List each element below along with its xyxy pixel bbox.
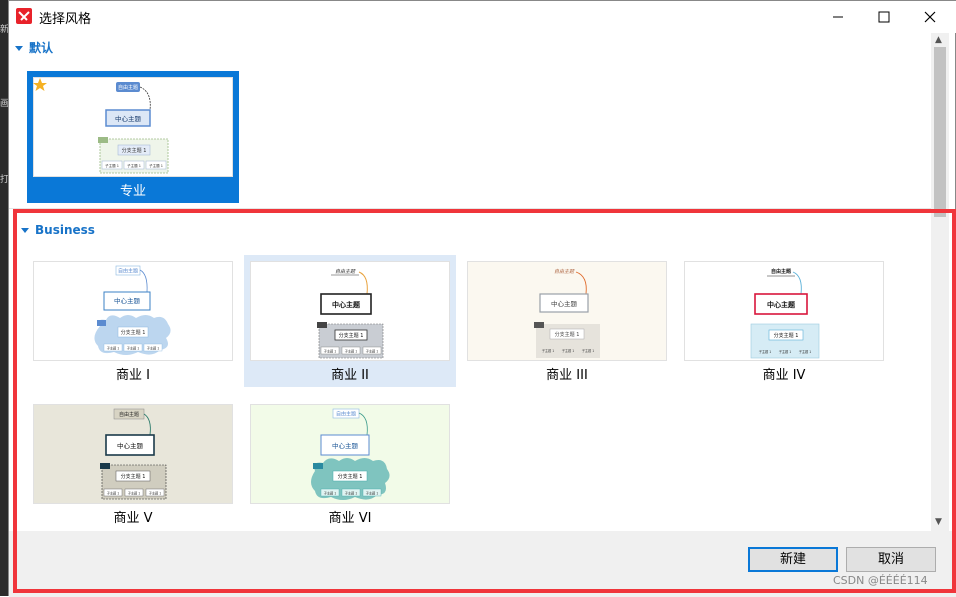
thumbnail-business-1: 自由主题 中心主题 分支主题 1 子主题 1 子主题 1 子主题 1 [33, 261, 233, 361]
scroll-up-icon[interactable]: ▲ [935, 35, 942, 45]
section-title: Business [35, 223, 95, 237]
thumbnail-business-5: 自由主题 中心主题 分支主题 1 子主题 1 子主题 1 子主题 1 [33, 404, 233, 504]
svg-text:分支主题 1: 分支主题 1 [122, 147, 147, 154]
svg-text:中心主题: 中心主题 [114, 296, 141, 305]
svg-text:自由主题: 自由主题 [119, 411, 139, 418]
thumbnail-business-6: 自由主题 中心主题 分支主题 1 子主题 1 子主题 1 子主题 1 [250, 404, 450, 504]
svg-text:子主题 1: 子主题 1 [107, 346, 120, 351]
minimize-button[interactable] [815, 1, 861, 33]
style-card-business-2[interactable]: 自由主题 中心主题 分支主题 1 子主题 1 子主题 1 子主题 1 商业 II [244, 255, 456, 387]
scroll-down-icon[interactable]: ▼ [935, 517, 942, 527]
style-card-business-1[interactable]: 自由主题 中心主题 分支主题 1 子主题 1 子主题 1 子主题 1 商业 I [27, 255, 239, 387]
card-label: 商业 IV [762, 368, 806, 383]
svg-text:自由主题: 自由主题 [771, 268, 792, 275]
svg-text:自由主题: 自由主题 [118, 268, 138, 275]
svg-text:分支主题 1: 分支主题 1 [774, 332, 799, 339]
svg-text:子主题 1: 子主题 1 [149, 163, 163, 168]
card-label: 商业 I [116, 368, 150, 383]
thumbnail-business-4: 自由主题 中心主题 分支主题 1 子主题 1 子主题 1 子主题 1 [684, 261, 884, 361]
svg-text:子主题 1: 子主题 1 [149, 491, 162, 496]
style-card-professional[interactable]: 自由主题 中心主题 分支主题 1 子主题 1 子主题 1 子主题 1 专业 [27, 71, 239, 203]
svg-text:子主题 1: 子主题 1 [759, 349, 772, 354]
section-default-header[interactable]: 默认 [15, 39, 53, 56]
svg-text:子主题 1: 子主题 1 [127, 346, 140, 351]
svg-text:分支主题 1: 分支主题 1 [121, 329, 146, 336]
style-dialog: 选择风格 默认 自由主题 中心主题 分支主题 1 子主题 1 子主题 1 子主题… [8, 0, 956, 597]
svg-text:子主题 1: 子主题 1 [542, 348, 555, 353]
style-card-business-6[interactable]: 自由主题 中心主题 分支主题 1 子主题 1 子主题 1 子主题 1 商业 VI [244, 398, 456, 530]
style-list: 默认 自由主题 中心主题 分支主题 1 子主题 1 子主题 1 子主题 1 专业… [9, 33, 931, 531]
expand-arrow-icon [21, 228, 29, 233]
svg-text:自由主题: 自由主题 [335, 268, 356, 275]
maximize-icon [878, 11, 890, 23]
thumbnail-business-2: 自由主题 中心主题 分支主题 1 子主题 1 子主题 1 子主题 1 [250, 261, 450, 361]
svg-text:分支主题 1: 分支主题 1 [121, 473, 146, 480]
svg-text:子主题 1: 子主题 1 [107, 491, 120, 496]
svg-text:子主题 1: 子主题 1 [324, 491, 337, 496]
svg-text:中心主题: 中心主题 [551, 299, 578, 308]
svg-text:子主题 1: 子主题 1 [366, 349, 379, 354]
svg-text:中心主题: 中心主题 [117, 441, 144, 450]
close-button[interactable] [907, 1, 953, 33]
cancel-button[interactable]: 取消 [846, 547, 936, 572]
card-label: 专业 [119, 184, 146, 199]
svg-text:子主题 1: 子主题 1 [147, 346, 160, 351]
svg-text:中心主题: 中心主题 [115, 114, 142, 123]
card-label: 商业 V [113, 511, 153, 526]
watermark: CSDN @ÉÉÉÉ114 [833, 574, 928, 587]
svg-text:子主题 1: 子主题 1 [345, 491, 358, 496]
favorite-star-icon [33, 78, 47, 91]
section-business-header[interactable]: Business [21, 223, 95, 237]
svg-text:自由主题: 自由主题 [118, 84, 138, 91]
svg-text:子主题 1: 子主题 1 [799, 349, 812, 354]
window-title: 选择风格 [39, 12, 92, 27]
vertical-scrollbar[interactable]: ▲ ▼ [931, 33, 949, 531]
svg-text:子主题 1: 子主题 1 [582, 348, 595, 353]
svg-text:分支主题 1: 分支主题 1 [555, 331, 580, 338]
create-button[interactable]: 新建 [748, 547, 838, 572]
thumbnail-business-3: 自由主题 中心主题 分支主题 1 子主题 1 子主题 1 子主题 1 [467, 261, 667, 361]
svg-text:分支主题 1: 分支主题 1 [338, 473, 363, 480]
title-bar: 选择风格 [9, 1, 956, 33]
svg-text:自由主题: 自由主题 [554, 268, 575, 275]
style-card-business-4[interactable]: 自由主题 中心主题 分支主题 1 子主题 1 子主题 1 子主题 1 商业 IV [678, 255, 890, 387]
thumbnail-professional: 自由主题 中心主题 分支主题 1 子主题 1 子主题 1 子主题 1 [33, 77, 233, 177]
maximize-button[interactable] [861, 1, 907, 33]
svg-text:中心主题: 中心主题 [332, 441, 359, 450]
style-card-business-3[interactable]: 自由主题 中心主题 分支主题 1 子主题 1 子主题 1 子主题 1 商业 II… [461, 255, 673, 387]
section-title: 默认 [29, 41, 54, 55]
card-label: 商业 VI [328, 511, 372, 526]
section-divider [9, 208, 931, 209]
scroll-thumb[interactable] [934, 47, 946, 217]
svg-text:子主题 1: 子主题 1 [366, 491, 379, 496]
card-label: 商业 III [546, 368, 588, 383]
svg-text:子主题 1: 子主题 1 [105, 163, 119, 168]
svg-text:子主题 1: 子主题 1 [127, 163, 141, 168]
svg-text:自由主题: 自由主题 [336, 411, 356, 418]
expand-arrow-icon [15, 46, 23, 51]
xmind-logo-icon [16, 8, 32, 24]
svg-text:子主题 1: 子主题 1 [562, 348, 575, 353]
svg-text:子主题 1: 子主题 1 [128, 491, 141, 496]
dialog-footer: 新建 取消 [9, 531, 956, 597]
svg-text:子主题 1: 子主题 1 [345, 349, 358, 354]
close-icon [924, 11, 936, 23]
svg-text:中心主题: 中心主题 [767, 300, 796, 309]
style-card-business-5[interactable]: 自由主题 中心主题 分支主题 1 子主题 1 子主题 1 子主题 1 商业 V [27, 398, 239, 530]
minimize-icon [833, 16, 843, 18]
svg-text:子主题 1: 子主题 1 [324, 349, 337, 354]
svg-text:子主题 1: 子主题 1 [779, 349, 792, 354]
card-label: 商业 II [331, 368, 369, 383]
svg-text:分支主题 1: 分支主题 1 [339, 332, 364, 339]
svg-text:中心主题: 中心主题 [332, 300, 361, 309]
